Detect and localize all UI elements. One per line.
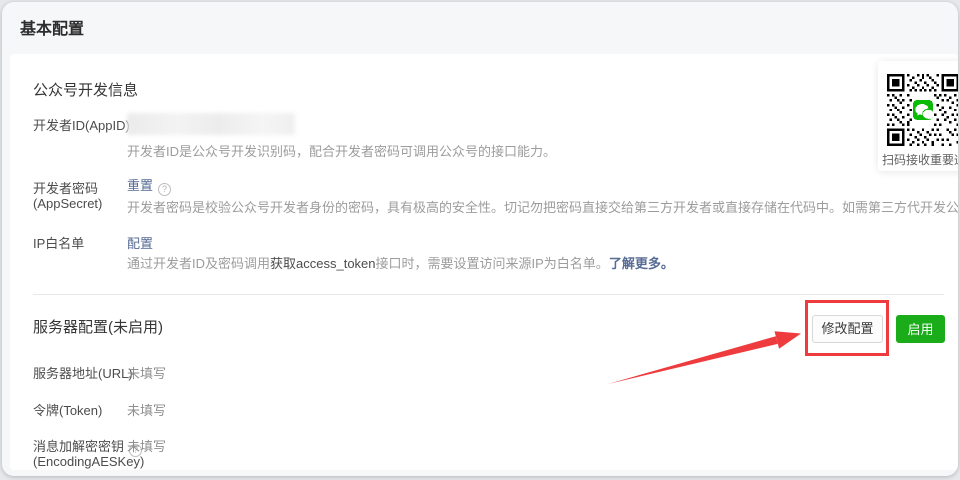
ip-desc-suffix: 接口时，需要设置访问来源IP为白名单。: [376, 256, 609, 271]
appsecret-label-line2: (AppSecret): [33, 196, 102, 211]
main-container: 基本配置 公众号开发信息 开发者ID(AppID) 开发者ID是公众号开发识别码…: [2, 2, 958, 476]
appsecret-label: 开发者密码: [33, 178, 98, 197]
appsecret-actions: 重置?: [127, 175, 171, 196]
reset-appsecret-link[interactable]: 重置: [127, 178, 153, 193]
qr-notification-card: 扫码接收重要通知: [878, 61, 958, 171]
dev-info-heading: 公众号开发信息: [33, 79, 138, 100]
server-config-heading: 服务器配置(未启用): [33, 316, 163, 337]
learn-more-link[interactable]: 了解更多。: [609, 256, 674, 271]
appid-value-redacted: [127, 113, 295, 135]
ip-whitelist-label: IP白名单: [33, 233, 84, 252]
ip-whitelist-description: 通过开发者ID及密码调用获取access_token接口时，需要设置访问来源IP…: [127, 253, 674, 272]
aeskey-label-line2: (EncodingAESKey): [33, 454, 144, 469]
appsecret-description: 开发者密码是校验公众号开发者身份的密码，具有极高的安全性。切记勿把密码直接交给第…: [127, 197, 958, 216]
wechat-logo-icon: [913, 100, 934, 121]
section-divider: [33, 294, 944, 295]
content-card: 公众号开发信息 开发者ID(AppID) 开发者ID是公众号开发识别码，配合开发…: [10, 54, 958, 470]
qr-caption: 扫码接收重要通知: [882, 151, 958, 168]
enable-button[interactable]: 启用: [896, 315, 945, 343]
server-url-label: 服务器地址(URL): [33, 363, 133, 382]
ip-whitelist-config-link[interactable]: 配置: [127, 233, 153, 252]
qr-code: [887, 74, 958, 146]
token-label: 令牌(Token): [33, 400, 102, 419]
aeskey-value: 未填写: [127, 436, 166, 455]
server-url-value: 未填写: [127, 363, 166, 382]
ip-desc-prefix: 通过开发者ID及密码调用: [127, 256, 270, 271]
token-value: 未填写: [127, 400, 166, 419]
aeskey-label-text: 消息加解密密钥: [33, 439, 124, 454]
appid-description: 开发者ID是公众号开发识别码，配合开发者密码可调用公众号的接口能力。: [127, 141, 556, 160]
modify-config-button[interactable]: 修改配置: [812, 315, 883, 343]
appid-label: 开发者ID(AppID): [33, 115, 130, 134]
page-title: 基本配置: [20, 15, 84, 39]
access-token-link[interactable]: 获取access_token: [270, 256, 376, 271]
appsecret-help-icon[interactable]: ?: [158, 183, 171, 196]
basic-config-page: { "page": { "title": "基本配置" }, "dev_sect…: [0, 0, 960, 480]
